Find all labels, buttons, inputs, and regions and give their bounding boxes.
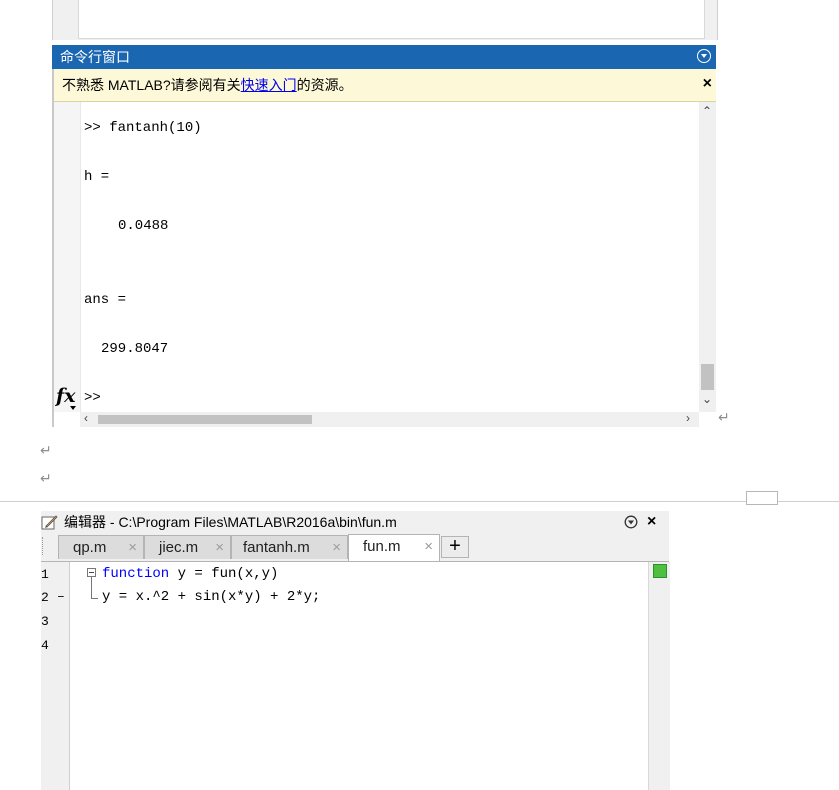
fold-collapse-icon[interactable] [87,568,96,577]
notice-close-icon[interactable]: × [703,69,712,99]
editor-title: 编辑器 - C:\Program Files\MATLAB\R2016a\bin… [64,514,397,530]
tab-fun[interactable]: fun.m × [348,534,440,561]
code-line: function y = fun(x,y) [102,566,278,582]
notice-text-suffix: 的资源。 [296,77,353,93]
tab-fantanh[interactable]: fantanh.m × [231,535,348,559]
function-browser-icon[interactable]: fx [56,385,76,407]
executable-line-marker: – [57,589,65,604]
command-line-output: ans = [84,292,127,308]
code-text: y = fun(x,y) [169,566,279,582]
code-line: y = x.^2 + sin(x*y) + 2*y; [102,589,321,605]
command-line-input: >> fantanh(10) [84,120,202,136]
fx-dropdown-icon[interactable] [70,406,76,410]
notice-text-prefix: 不熟悉 MATLAB?请参阅有关 [62,77,241,93]
tab-bar-grip [42,537,45,555]
code-keyword: function [102,566,170,582]
editor-close-icon[interactable]: × [647,511,656,533]
tab-close-icon[interactable]: × [424,535,433,558]
scroll-left-icon[interactable]: ‹ [84,411,88,425]
scroll-right-icon[interactable]: › [686,411,690,425]
tab-label: fantanh.m [243,539,310,556]
line-number: 3 [41,614,49,629]
command-gutter [54,102,81,412]
editor-panel: 编辑器 - C:\Program Files\MATLAB\R2016a\bin… [41,511,670,790]
horizontal-scroll-thumb[interactable] [98,415,312,424]
scroll-down-icon[interactable]: ⌄ [702,392,712,406]
code-analyzer-status-icon[interactable] [653,564,667,578]
page-separator [0,501,839,502]
getting-started-notice: 不熟悉 MATLAB?请参阅有关快速入门的资源。 × [54,69,716,102]
paragraph-mark-icon: ↵ [718,409,730,425]
command-line-output: 0.0488 [118,218,169,234]
line-number: 4 [41,638,49,653]
horizontal-scrollbar[interactable]: ‹ › [80,411,699,427]
code-editor[interactable]: 1 2 – 3 4 function y = fun(x,y) y = x.^2… [41,561,670,790]
scroll-up-icon[interactable]: ⌃ [702,104,712,118]
quick-start-link[interactable]: 快速入门 [241,77,297,93]
page-break-marker [746,491,778,505]
tab-close-icon[interactable]: × [215,536,224,559]
vertical-scroll-thumb[interactable] [701,364,714,390]
command-line-output: h = [84,169,110,185]
tab-label: fun.m [363,538,401,555]
line-number: 1 [41,567,49,582]
command-window-title: 命令行窗口 [60,49,130,65]
tab-close-icon[interactable]: × [332,536,341,559]
tab-qp[interactable]: qp.m × [58,535,144,559]
fold-guide [91,577,98,599]
editor-tab-bar: qp.m × jiec.m × fantanh.m × fun.m × + [41,533,669,561]
command-line-output: 299.8047 [101,341,169,357]
line-number: 2 [41,590,49,605]
previous-panel-content [78,0,705,39]
command-window-titlebar: 命令行窗口 [52,45,716,69]
paragraph-mark-icon: ↵ [40,442,52,458]
edit-pencil-icon [41,515,58,530]
editor-vertical-scrollbar[interactable] [648,562,670,790]
editor-titlebar: 编辑器 - C:\Program Files\MATLAB\R2016a\bin… [41,511,669,533]
tab-jiec[interactable]: jiec.m × [144,535,231,559]
tab-close-icon[interactable]: × [128,536,137,559]
paragraph-mark-icon: ↵ [40,470,52,486]
editor-menu-icon[interactable] [624,515,638,529]
vertical-scrollbar[interactable]: ⌃ ⌄ [699,102,716,412]
command-window-output[interactable]: >> fantanh(10) h = 0.0488 ans = 299.8047… [54,102,716,427]
tab-label: jiec.m [159,539,199,556]
tab-label: qp.m [73,539,107,556]
panel-menu-icon[interactable] [697,49,711,63]
command-prompt[interactable]: >> [84,390,101,406]
add-tab-button[interactable]: + [441,536,469,558]
